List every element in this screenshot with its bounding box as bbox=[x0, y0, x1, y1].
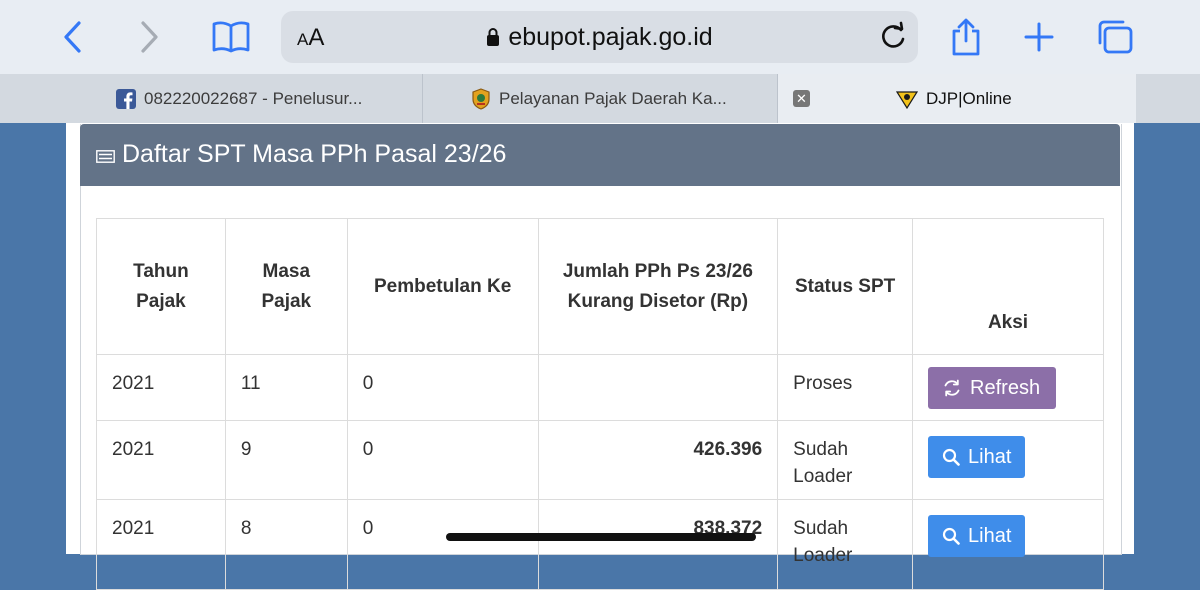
cell-masa: 11 bbox=[224, 354, 348, 421]
cell-masa: 8 bbox=[224, 499, 348, 590]
book-icon bbox=[212, 21, 250, 53]
forward-button[interactable] bbox=[126, 14, 172, 60]
tabs-icon bbox=[1098, 20, 1133, 54]
col-aksi: Aksi bbox=[912, 218, 1104, 355]
list-icon bbox=[96, 150, 115, 168]
cell-status: Proses bbox=[777, 354, 914, 421]
regional-emblem-icon bbox=[471, 87, 491, 110]
table-header-row: Tahun Pajak Masa Pajak Pembetulan Ke Jum… bbox=[96, 218, 1104, 355]
cell-tahun: 2021 bbox=[96, 354, 226, 421]
col-tahun-pajak: Tahun Pajak bbox=[96, 218, 226, 355]
back-button[interactable] bbox=[50, 14, 96, 60]
lihat-label: Lihat bbox=[968, 445, 1012, 468]
plus-icon bbox=[1024, 22, 1054, 52]
panel-title: Daftar SPT Masa PPh Pasal 23/26 bbox=[122, 140, 507, 168]
col-status-spt: Status SPT bbox=[777, 218, 914, 355]
close-icon[interactable]: ✕ bbox=[793, 90, 810, 107]
tab-pajak-daerah[interactable]: Pelayanan Pajak Daerah Ka... bbox=[423, 74, 778, 123]
cell-pembetulan: 0 bbox=[346, 354, 539, 421]
table-row: 2021 11 0 Proses Refresh bbox=[96, 354, 1104, 421]
cell-jumlah: 838.372 bbox=[537, 499, 779, 590]
tab-label: Pelayanan Pajak Daerah Ka... bbox=[499, 88, 727, 108]
search-icon bbox=[942, 527, 960, 545]
col-masa-pajak: Masa Pajak bbox=[224, 218, 348, 355]
reload-button[interactable] bbox=[878, 21, 908, 58]
tab-label: DJP|Online bbox=[926, 88, 1012, 108]
cell-aksi: Lihat bbox=[912, 499, 1104, 590]
cell-status: Sudah Loader bbox=[777, 499, 914, 590]
tab-facebook[interactable]: 082220022687 - Penelusur... bbox=[0, 74, 423, 123]
tabs-overview-button[interactable] bbox=[1092, 14, 1138, 60]
refresh-button[interactable]: Refresh bbox=[928, 367, 1057, 409]
url-display[interactable]: ebupot.pajak.go.id bbox=[281, 23, 918, 54]
cell-jumlah: 426.396 bbox=[537, 420, 779, 500]
facebook-icon bbox=[116, 88, 136, 109]
cell-pembetulan: 0 bbox=[346, 420, 539, 500]
chevron-right-icon bbox=[141, 21, 158, 53]
url-text: ebupot.pajak.go.id bbox=[508, 23, 713, 51]
lihat-label: Lihat bbox=[968, 524, 1012, 547]
cell-status: Sudah Loader bbox=[777, 420, 914, 500]
bookmarks-button[interactable] bbox=[208, 14, 254, 60]
lihat-button[interactable]: Lihat bbox=[928, 436, 1026, 478]
refresh-label: Refresh bbox=[970, 376, 1041, 399]
new-tab-button[interactable] bbox=[1016, 14, 1062, 60]
address-bar[interactable]: AA ebupot.pajak.go.id bbox=[281, 11, 918, 63]
table-row: 2021 9 0 426.396 Sudah Loader Lihat bbox=[96, 420, 1104, 500]
chevron-left-icon bbox=[64, 21, 81, 53]
col-pembetulan-ke: Pembetulan Ke bbox=[346, 218, 539, 355]
tab-djp-online[interactable]: ✕ DJP|Online bbox=[778, 74, 1136, 123]
lihat-button[interactable]: Lihat bbox=[928, 515, 1026, 557]
djp-logo-icon bbox=[896, 89, 918, 109]
cell-aksi: Refresh bbox=[912, 354, 1104, 421]
cell-aksi: Lihat bbox=[912, 420, 1104, 500]
search-icon bbox=[942, 448, 960, 466]
cell-masa: 9 bbox=[224, 420, 348, 500]
cell-tahun: 2021 bbox=[96, 420, 226, 500]
cell-tahun: 2021 bbox=[96, 499, 226, 590]
reload-icon bbox=[882, 21, 905, 48]
lock-icon bbox=[486, 25, 500, 54]
table-row: 2021 8 0 838.372 Sudah Loader Lihat bbox=[96, 499, 1104, 590]
tab-bar: 082220022687 - Penelusur... Pelayanan Pa… bbox=[0, 74, 1200, 123]
home-indicator[interactable] bbox=[446, 533, 756, 541]
tab-bar-end bbox=[1136, 74, 1200, 123]
cell-jumlah bbox=[537, 354, 779, 421]
share-icon bbox=[952, 18, 980, 56]
browser-toolbar: AA ebupot.pajak.go.id bbox=[0, 0, 1200, 74]
tab-label: 082220022687 - Penelusur... bbox=[144, 88, 363, 108]
share-button[interactable] bbox=[943, 14, 989, 60]
refresh-icon bbox=[942, 378, 962, 398]
cell-pembetulan: 0 bbox=[346, 499, 539, 590]
col-jumlah-pph: Jumlah PPh Ps 23/26 Kurang Disetor (Rp) bbox=[537, 218, 779, 355]
panel-header: Daftar SPT Masa PPh Pasal 23/26 bbox=[80, 124, 1120, 186]
